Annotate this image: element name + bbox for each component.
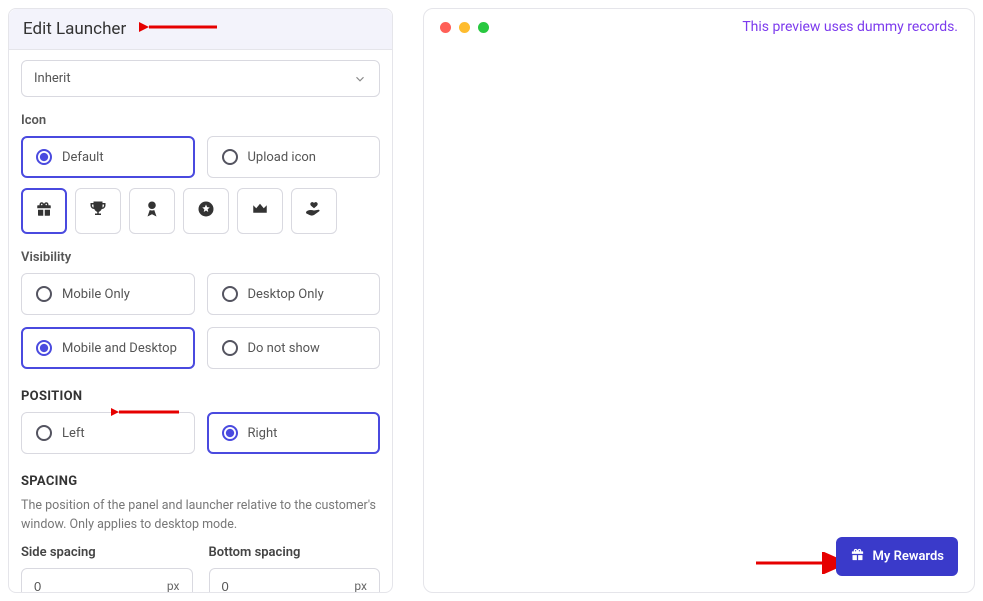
visibility-desktop-only[interactable]: Desktop Only [207,273,381,315]
unit-label: px [167,579,180,592]
panel-header: Edit Launcher [9,9,392,50]
radio-icon [222,340,238,356]
gift-icon [35,200,53,222]
radio-icon [36,149,52,165]
option-label: Desktop Only [248,287,324,302]
badge-icon [143,200,161,222]
radio-icon [36,286,52,302]
preview-topbar: This preview uses dummy records. [424,9,974,45]
preview-message: This preview uses dummy records. [742,19,958,35]
crown-icon [251,200,269,222]
launcher-button[interactable]: My Rewards [836,537,958,576]
edit-launcher-panel: Edit Launcher Inherit [8,8,393,593]
radio-icon [222,149,238,165]
radio-icon [36,425,52,441]
dot-red-icon [440,22,451,33]
position-left[interactable]: Left [21,412,195,454]
preview-panel: This preview uses dummy records. My Rewa… [423,8,975,593]
side-spacing-input[interactable] [34,579,167,593]
panel-title: Edit Launcher [23,19,126,39]
icon-choice-trophy[interactable] [75,188,121,234]
option-label: Default [62,150,104,165]
side-spacing-label: Side spacing [21,545,193,560]
position-right[interactable]: Right [207,412,381,454]
radio-icon [222,425,238,441]
dot-yellow-icon [459,22,470,33]
option-label: Mobile Only [62,287,130,302]
visibility-mobile-only[interactable]: Mobile Only [21,273,195,315]
radio-icon [36,340,52,356]
visibility-label: Visibility [21,250,380,265]
option-label: Left [62,426,85,441]
unit-label: px [354,579,367,592]
gift-icon [850,547,865,566]
bottom-spacing-label: Bottom spacing [209,545,381,560]
side-spacing-input-wrap[interactable]: px [21,568,193,593]
dot-green-icon [478,22,489,33]
launcher-label: My Rewards [873,549,944,564]
bottom-spacing-input[interactable] [222,579,355,593]
panel-body[interactable]: Inherit Icon Default Upload icon [9,50,392,592]
font-inherit-select[interactable]: Inherit [21,60,380,97]
visibility-mobile-and-desktop[interactable]: Mobile and Desktop [21,327,195,369]
window-dots [440,22,489,33]
visibility-do-not-show[interactable]: Do not show [207,327,381,369]
option-label: Mobile and Desktop [62,341,177,356]
position-heading: POSITION [21,389,380,404]
icon-option-default[interactable]: Default [21,136,195,178]
star-circle-icon [197,200,215,222]
radio-icon [222,286,238,302]
option-label: Right [248,426,278,441]
icon-choice-star-circle[interactable] [183,188,229,234]
option-label: Do not show [248,341,320,356]
icon-choice-gift[interactable] [21,188,67,234]
select-value: Inherit [34,71,71,86]
chevron-down-icon [353,72,367,86]
bottom-spacing-input-wrap[interactable]: px [209,568,381,593]
icon-option-upload[interactable]: Upload icon [207,136,381,178]
trophy-icon [89,200,107,222]
icon-section-label: Icon [21,113,380,128]
hand-heart-icon [305,200,323,222]
icon-choice-badge[interactable] [129,188,175,234]
spacing-heading: SPACING [21,474,380,489]
icon-choice-hand-heart[interactable] [291,188,337,234]
option-label: Upload icon [248,150,317,165]
spacing-description: The position of the panel and launcher r… [21,497,380,535]
icon-choice-crown[interactable] [237,188,283,234]
